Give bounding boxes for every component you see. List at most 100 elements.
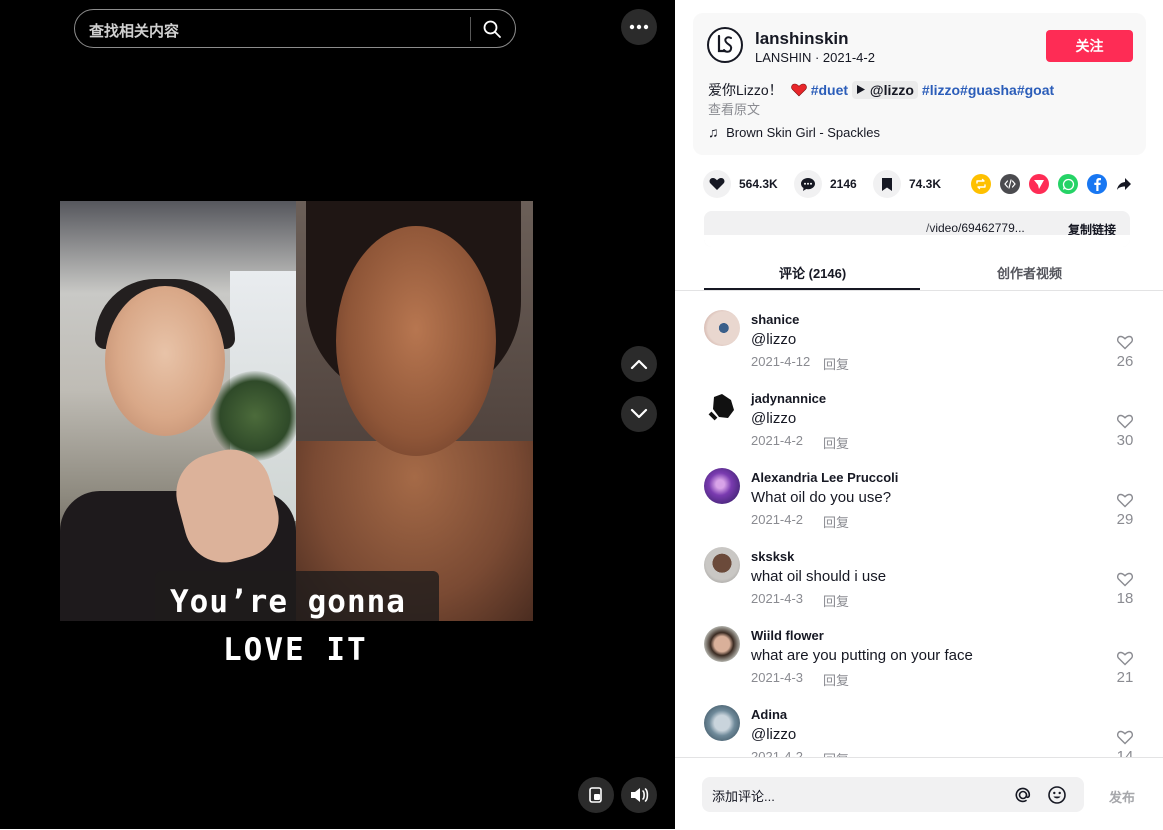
see-original-link[interactable]: 查看原文 <box>708 99 760 118</box>
details-panel: lanshinskin LANSHIN · 2021-4-2 关注 爱你Lizz… <box>675 0 1163 830</box>
commenter-avatar[interactable] <box>704 547 740 583</box>
comment-input[interactable]: 添加评论... <box>702 777 1084 812</box>
hashtag-goat[interactable]: #goat <box>1017 82 1054 98</box>
floating-player-button[interactable] <box>578 777 614 813</box>
comment-like-count: 14 <box>1116 748 1134 757</box>
mention-icon[interactable] <box>1013 785 1033 805</box>
comment-date: 2021-4-3 <box>751 670 804 685</box>
more-options-button[interactable] <box>621 9 657 45</box>
commenter-name[interactable]: Wiild flower <box>751 628 824 643</box>
heart-emoji-icon <box>790 83 807 97</box>
comment-list: shanice @lizzo 2021-4-12 回复 26 jadynanni… <box>675 291 1163 757</box>
video-frame[interactable] <box>60 201 533 621</box>
lanshin-logo-icon <box>717 34 733 53</box>
search-icon[interactable] <box>482 19 502 39</box>
commenter-avatar[interactable] <box>704 705 740 741</box>
chevron-up-icon <box>630 359 648 370</box>
music-info[interactable]: ♫ Brown Skin Girl - Spackles <box>708 124 880 140</box>
next-video-button[interactable] <box>621 396 657 432</box>
like-outline-icon[interactable] <box>1116 412 1134 430</box>
comment-input-placeholder: 添加评论... <box>712 789 775 804</box>
send-icon <box>1034 180 1044 189</box>
fist-icon <box>708 394 734 421</box>
comment-item: Wiild flower what are you putting on you… <box>704 607 1144 688</box>
desc-text: 爱你Lizzo！ <box>708 82 783 98</box>
author-handle[interactable]: lanshinskin <box>755 29 849 49</box>
hashtag-lizzo[interactable]: #lizzo <box>922 82 960 98</box>
volume-button[interactable] <box>621 777 657 813</box>
author-avatar[interactable] <box>707 27 743 63</box>
bookmark-icon <box>882 177 892 191</box>
like-outline-icon[interactable] <box>1116 333 1134 351</box>
music-note-icon: ♫ <box>708 124 719 140</box>
commenter-name[interactable]: jadynannice <box>751 391 826 406</box>
facebook-share-button[interactable] <box>1087 174 1107 194</box>
comment-composer: 添加评论... 发布 <box>675 757 1163 830</box>
action-bar: 564.3K 2146 74.3K <box>703 170 1143 200</box>
like-outline-icon[interactable] <box>1116 649 1134 667</box>
mention-lizzo[interactable]: @lizzo <box>852 81 918 99</box>
whatsapp-share-button[interactable] <box>1058 174 1078 194</box>
comment-text: what oil should i use <box>751 568 887 585</box>
like-outline-icon[interactable] <box>1116 570 1134 588</box>
heart-icon <box>709 178 725 190</box>
previous-video-button[interactable] <box>621 346 657 382</box>
video-right-panel <box>296 201 533 621</box>
video-link-text: /video/69462779... <box>926 221 1025 235</box>
commenter-avatar[interactable] <box>704 389 740 425</box>
reply-button[interactable]: 回复 <box>823 749 849 757</box>
commenter-name[interactable]: Alexandria Lee Pruccoli <box>751 470 898 485</box>
embed-button[interactable] <box>1000 174 1020 194</box>
search-bar[interactable]: 查找相关内容 <box>74 9 516 48</box>
play-icon <box>857 85 866 94</box>
hashtag-duet[interactable]: #duet <box>811 82 848 98</box>
tab-creator-videos[interactable]: 创作者视频 <box>997 263 1062 282</box>
commenter-avatar[interactable] <box>704 626 740 662</box>
video-caption-line1: You’re gonna <box>170 584 406 620</box>
more-icon <box>629 24 649 30</box>
video-player: 查找相关内容 You’re gonna LOVE IT <box>0 0 675 829</box>
post-description: 爱你Lizzo！ #duet @lizzo #lizzo #guasha #go… <box>708 80 1054 100</box>
follow-button[interactable]: 关注 <box>1046 30 1133 62</box>
chevron-down-icon <box>630 408 648 419</box>
commenter-name[interactable]: sksksk <box>751 549 794 564</box>
volume-icon <box>631 788 649 802</box>
repost-button[interactable] <box>971 174 991 194</box>
comment-icon <box>801 177 815 191</box>
comment-like-count: 30 <box>1116 432 1134 449</box>
like-action[interactable]: 564.3K <box>703 170 778 198</box>
comment-like-count: 18 <box>1116 590 1134 607</box>
video-caption-line2: LOVE IT <box>223 632 368 668</box>
link-mask <box>704 235 1130 247</box>
comment-item: Adina @lizzo 2021-4-2 回复 14 <box>704 686 1144 757</box>
more-share-button[interactable] <box>1114 174 1134 194</box>
like-outline-icon[interactable] <box>1116 491 1134 509</box>
whatsapp-icon <box>1062 178 1074 190</box>
tab-comments[interactable]: 评论 (2146) <box>779 263 846 282</box>
commenter-name[interactable]: shanice <box>751 312 799 327</box>
facebook-icon <box>1094 178 1101 191</box>
bookmark-action[interactable]: 74.3K <box>873 170 941 198</box>
comment-item: sksksk what oil should i use 2021-4-3 回复… <box>704 528 1144 609</box>
emoji-icon[interactable] <box>1047 785 1067 805</box>
music-title: Brown Skin Girl - Spackles <box>726 125 881 140</box>
send-to-friends-button[interactable] <box>1029 174 1049 194</box>
comment-text: What oil do you use? <box>751 489 892 506</box>
commenter-avatar[interactable] <box>704 468 740 504</box>
comment-action[interactable]: 2146 <box>794 170 857 198</box>
comment-like-count: 26 <box>1116 353 1134 370</box>
like-outline-icon[interactable] <box>1116 728 1134 746</box>
search-input[interactable]: 查找相关内容 <box>89 20 179 41</box>
post-comment-button[interactable]: 发布 <box>1109 787 1135 806</box>
commenter-avatar[interactable] <box>704 310 740 346</box>
comment-like-count: 29 <box>1116 511 1134 528</box>
commenter-name[interactable]: Adina <box>751 707 787 722</box>
like-count: 564.3K <box>739 177 778 191</box>
picture-in-picture-icon <box>589 787 602 803</box>
comment-text: what are you putting on your face <box>751 647 973 664</box>
bookmark-count: 74.3K <box>909 177 942 191</box>
comment-date: 2021-4-12 <box>751 354 811 369</box>
hashtag-guasha[interactable]: #guasha <box>960 82 1017 98</box>
embed-code-icon <box>1004 179 1016 189</box>
share-arrow-icon <box>1117 178 1131 190</box>
